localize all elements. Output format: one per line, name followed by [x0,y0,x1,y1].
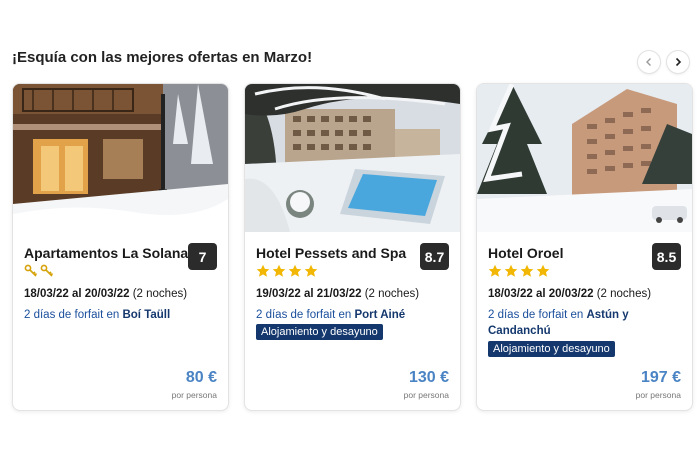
forfait-resort: Boí Taüll [122,309,171,321]
score-badge: 7 [188,243,217,270]
forfait-prefix: 2 días de forfait en [256,309,352,321]
section-title: ¡Esquía con las mejores ofertas en Marzo… [12,49,313,66]
key-rating [24,264,54,278]
chevron-left-icon [646,58,651,66]
score-badge: 8.5 [652,243,681,270]
star-icon [536,264,550,277]
hotel-photo [477,84,692,232]
key-icon [40,264,54,277]
stay-dates: 18/03/22 al 20/03/22 (2 noches) [24,288,187,300]
star-icon [520,264,534,277]
stay-dates: 19/03/22 al 21/03/22 (2 noches) [256,288,419,300]
board-badge: Alojamiento y desayuno [256,324,383,340]
offer-card-pessets[interactable]: Hotel Pessets and Spa 8.7 19/03/22 al 21… [244,83,461,411]
star-icon [488,264,502,277]
star-rating [488,264,550,278]
price-unit: por persona [171,390,217,400]
star-rating [256,264,318,278]
key-icon [24,264,38,277]
carousel-prev-button[interactable] [638,51,660,73]
nights: (2 noches) [596,288,652,300]
price: 80 € [185,369,217,386]
star-icon [272,264,286,277]
hotel-photo [13,84,228,232]
score-badge: 8.7 [420,243,449,270]
date-range: 18/03/22 al 20/03/22 [24,288,130,300]
offer-card-oroel[interactable]: Hotel Oroel 8.5 18/03/22 al 20/03/22 (2 … [476,83,693,411]
offer-carousel: Apartamentos La Solana 7 18/03/22 al 20/… [12,83,693,411]
stay-dates: 18/03/22 al 20/03/22 (2 noches) [488,288,651,300]
forfait-info: 2 días de forfait en Astún y Candanchú [488,307,678,339]
star-icon [256,264,270,277]
carousel-next-button[interactable] [667,51,689,73]
price: 130 € [408,369,449,386]
price-unit: por persona [635,390,681,400]
star-icon [504,264,518,277]
nights: (2 noches) [364,288,420,300]
hotel-name: Hotel Pessets and Spa [256,245,407,261]
hotel-name: Hotel Oroel [488,245,564,261]
offer-card-la-solana[interactable]: Apartamentos La Solana 7 18/03/22 al 20/… [12,83,229,411]
hotel-name: Apartamentos La Solana [24,245,189,261]
price: 197 € [640,369,681,386]
date-range: 19/03/22 al 21/03/22 [256,288,362,300]
forfait-resort: Port Ainé [354,309,406,321]
forfait-info: 2 días de forfait en Port Ainé [256,307,446,323]
hotel-photo [245,84,460,232]
board-badge: Alojamiento y desayuno [488,341,615,357]
chevron-right-icon [675,57,682,67]
forfait-info: 2 días de forfait en Boí Taüll [24,307,214,323]
star-icon [288,264,302,277]
forfait-prefix: 2 días de forfait en [24,309,120,321]
price-unit: por persona [403,390,449,400]
forfait-prefix: 2 días de forfait en [488,309,584,321]
star-icon [304,264,318,277]
date-range: 18/03/22 al 20/03/22 [488,288,594,300]
nights: (2 noches) [132,288,188,300]
